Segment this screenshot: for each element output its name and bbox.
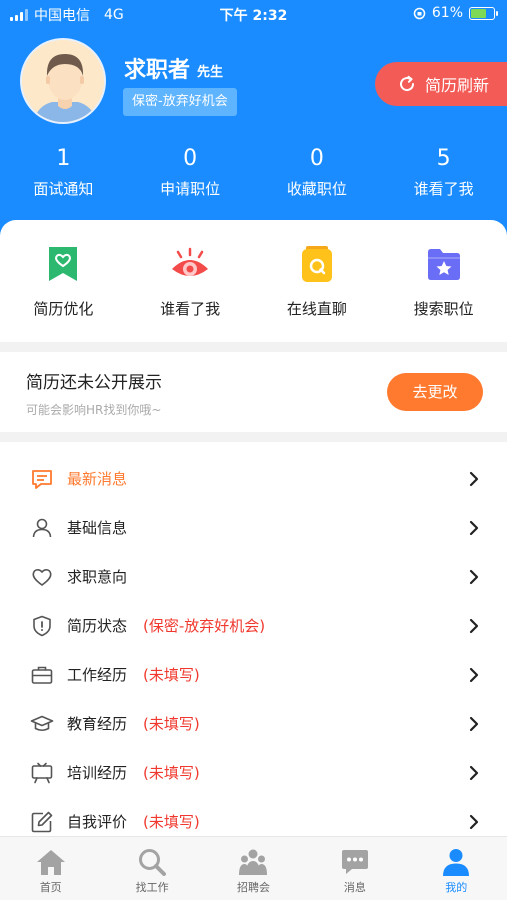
- tab-home[interactable]: 首页: [0, 837, 101, 900]
- graduation-cap-icon: [30, 712, 54, 736]
- menu-item-label: 教育经历: [67, 715, 128, 733]
- job-fair-icon: [238, 847, 268, 877]
- profile-header: 中国电信 4G 下午 2:32 61% 求职者 先生 保密-放弃好机会 简历刷新…: [0, 0, 507, 250]
- stat-applied-jobs[interactable]: 0 申请职位: [127, 145, 254, 205]
- menu-item-status: (未填写): [143, 813, 200, 831]
- menu-item-resume-status[interactable]: 简历状态 (保密-放弃好机会): [0, 602, 507, 651]
- menu-item-label: 最新消息: [67, 470, 128, 488]
- tab-job-fair[interactable]: 招聘会: [203, 837, 304, 900]
- avatar[interactable]: [20, 38, 106, 124]
- quick-action-resume-optimize[interactable]: 简历优化: [0, 220, 127, 342]
- stat-value: 0: [309, 146, 324, 171]
- chevron-right-icon: [469, 618, 479, 634]
- heart-icon: [30, 565, 54, 589]
- resume-visibility-notice: 简历还未公开展示 可能会影响HR找到你哦~ 去更改: [0, 352, 507, 432]
- menu-item-training[interactable]: 培训经历 (未填写): [0, 749, 507, 798]
- quick-action-label: 搜索职位: [413, 300, 474, 318]
- battery-icon: [469, 6, 498, 20]
- stat-label: 面试通知: [33, 180, 94, 198]
- change-visibility-button[interactable]: 去更改: [387, 373, 483, 411]
- notice-subtitle: 可能会影响HR找到你哦~: [26, 403, 162, 417]
- shield-icon: [30, 614, 54, 638]
- chat-icon: [297, 244, 337, 284]
- tab-label: 招聘会: [236, 881, 270, 894]
- refresh-resume-button[interactable]: 简历刷新: [375, 62, 507, 106]
- user-icon: [30, 516, 54, 540]
- notice-title: 简历还未公开展示: [26, 373, 162, 393]
- stat-label: 收藏职位: [286, 180, 347, 198]
- chevron-right-icon: [469, 520, 479, 536]
- stat-interview-notices[interactable]: 1 面试通知: [0, 145, 127, 205]
- chevron-right-icon: [469, 716, 479, 732]
- bookmark-heart-icon: [43, 244, 83, 284]
- menu-item-job-intention[interactable]: 求职意向: [0, 553, 507, 602]
- user-name: 求职者: [124, 58, 191, 83]
- battery-percent: 61%: [431, 5, 463, 21]
- stat-value: 1: [56, 146, 71, 171]
- edit-icon: [30, 810, 54, 834]
- section-divider: [0, 342, 507, 352]
- stat-saved-jobs[interactable]: 0 收藏职位: [254, 145, 381, 205]
- message-icon: [30, 467, 54, 491]
- privacy-status-badge[interactable]: 保密-放弃好机会: [123, 88, 237, 116]
- tab-label: 找工作: [135, 881, 169, 894]
- menu-item-label: 培训经历: [67, 764, 128, 782]
- quick-action-label: 谁看了我: [160, 300, 221, 318]
- menu-item-latest-messages[interactable]: 最新消息: [0, 455, 507, 504]
- stats-row: 1 面试通知 0 申请职位 0 收藏职位 5 谁看了我: [0, 145, 507, 205]
- user-title: 先生: [197, 65, 224, 80]
- menu-item-status: (未填写): [143, 764, 200, 782]
- tab-find-jobs[interactable]: 找工作: [101, 837, 202, 900]
- menu-item-label: 自我评价: [67, 813, 128, 831]
- quick-action-search-jobs[interactable]: 搜索职位: [380, 220, 507, 342]
- tab-label: 消息: [343, 881, 366, 894]
- quick-action-online-chat[interactable]: 在线直聊: [254, 220, 381, 342]
- tab-messages[interactable]: 消息: [304, 837, 405, 900]
- menu-item-label: 求职意向: [67, 568, 128, 586]
- tab-label: 首页: [39, 881, 62, 894]
- stat-value: 5: [436, 146, 451, 171]
- menu-item-work-experience[interactable]: 工作经历 (未填写): [0, 651, 507, 700]
- tab-profile[interactable]: 我的: [406, 837, 507, 900]
- quick-action-label: 在线直聊: [286, 300, 347, 318]
- eye-icon: [170, 244, 210, 284]
- chevron-right-icon: [469, 471, 479, 487]
- quick-action-who-viewed[interactable]: 谁看了我: [127, 220, 254, 342]
- menu-item-label: 基础信息: [67, 519, 128, 537]
- section-divider: [0, 432, 507, 442]
- refresh-icon: [400, 75, 415, 92]
- menu-item-education[interactable]: 教育经历 (未填写): [0, 700, 507, 749]
- chevron-right-icon: [469, 765, 479, 781]
- home-icon: [36, 847, 66, 877]
- chevron-right-icon: [469, 569, 479, 585]
- menu-item-status: (保密-放弃好机会): [143, 617, 266, 635]
- person-icon: [441, 847, 471, 877]
- chevron-right-icon: [469, 814, 479, 830]
- bottom-tab-bar: 首页 找工作 招聘会 消息 我的: [0, 836, 507, 900]
- folder-star-icon: [424, 244, 464, 284]
- quick-actions: 简历优化 谁看了我 在线直聊 搜索职位: [0, 220, 507, 342]
- stat-who-viewed-me[interactable]: 5 谁看了我: [380, 145, 507, 205]
- tab-label: 我的: [445, 881, 468, 894]
- stat-label: 谁看了我: [413, 180, 474, 198]
- menu-item-status: (未填写): [143, 666, 200, 684]
- chevron-right-icon: [469, 667, 479, 683]
- quick-action-label: 简历优化: [33, 300, 94, 318]
- briefcase-icon: [30, 663, 54, 687]
- stat-value: 0: [183, 146, 198, 171]
- stat-label: 申请职位: [160, 180, 221, 198]
- orientation-lock-icon: [413, 7, 426, 19]
- profile-menu: 最新消息 基础信息 求职意向 简历状态 (保密-放弃好机会) 工作经历 (未填写…: [0, 455, 507, 847]
- menu-item-basic-info[interactable]: 基础信息: [0, 504, 507, 553]
- refresh-resume-label: 简历刷新: [425, 76, 490, 95]
- menu-item-label: 简历状态: [67, 617, 128, 635]
- search-icon: [137, 847, 167, 877]
- status-bar: 中国电信 4G 下午 2:32 61%: [0, 0, 507, 28]
- presentation-board-icon: [30, 761, 54, 785]
- menu-item-status: (未填写): [143, 715, 200, 733]
- menu-item-label: 工作经历: [67, 666, 128, 684]
- chat-bubble-icon: [340, 847, 370, 877]
